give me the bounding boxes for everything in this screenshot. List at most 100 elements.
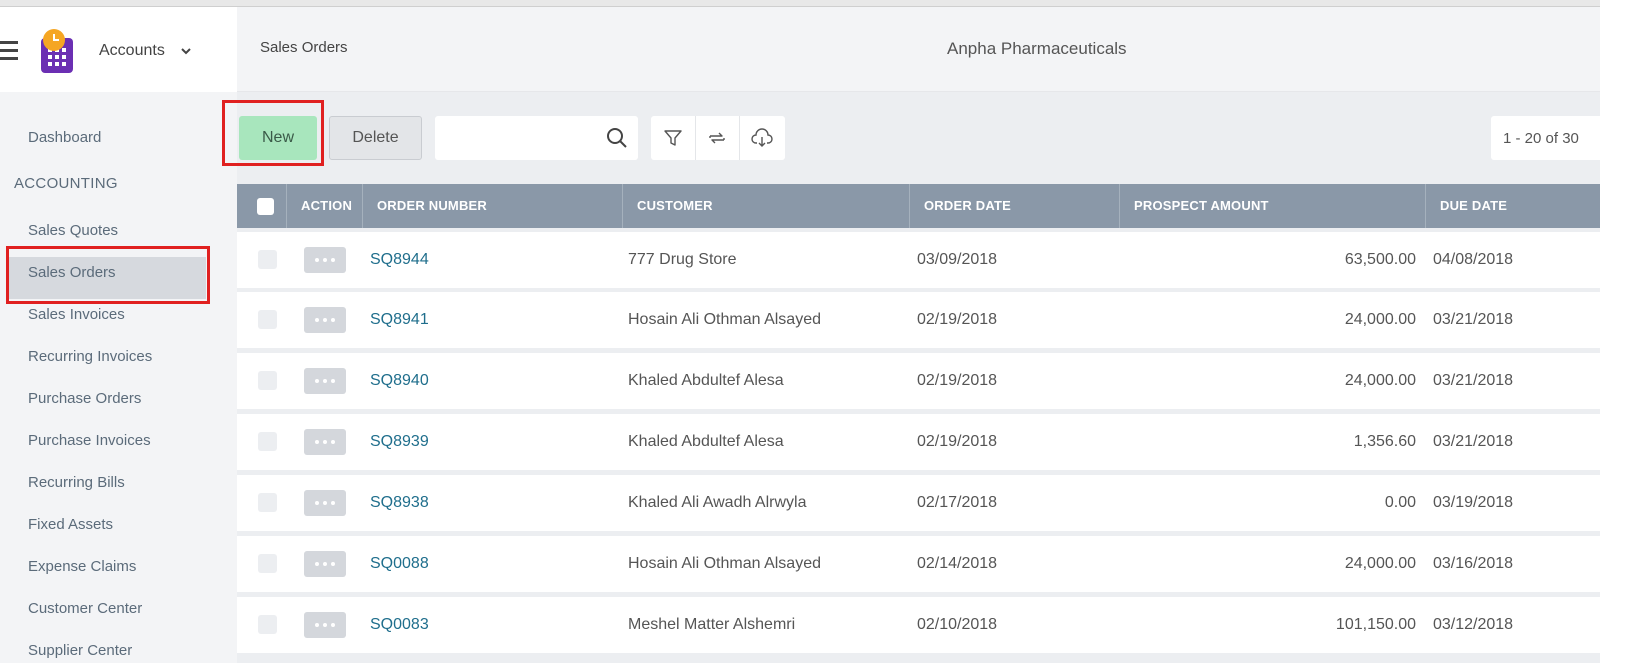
table-row[interactable]: SQ8939 Khaled Abdultef Alesa 02/19/2018 … (237, 414, 1600, 470)
download-icon (751, 128, 774, 147)
filter-icon (664, 130, 682, 146)
search-box (435, 116, 638, 160)
table-row[interactable]: SQ8938 Khaled Ali Awadh Alrwyla 02/17/20… (237, 475, 1600, 531)
select-all-checkbox[interactable] (257, 198, 274, 215)
customer-cell: Khaled Abdultef Alesa (628, 372, 784, 389)
sidebar-item-purchase-orders[interactable]: Purchase Orders (28, 389, 141, 409)
customer-cell: 777 Drug Store (628, 251, 737, 268)
column-header-prospect-amount[interactable]: PROSPECT AMOUNT (1119, 184, 1269, 228)
download-button[interactable] (740, 116, 785, 160)
row-action-menu[interactable] (304, 490, 346, 516)
hamburger-icon[interactable] (0, 41, 18, 61)
column-header-customer[interactable]: CUSTOMER (622, 184, 713, 228)
app-switcher-label: Accounts (99, 42, 165, 59)
row-action-menu[interactable] (304, 612, 346, 638)
row-checkbox[interactable] (258, 310, 277, 329)
amount-cell: 24,000.00 (1344, 372, 1416, 389)
due-date-cell: 03/19/2018 (1433, 494, 1514, 511)
sidebar-item-recurring-invoices[interactable]: Recurring Invoices (28, 347, 152, 367)
order-number-link[interactable]: SQ0083 (370, 597, 429, 653)
pagination-info: 1 - 20 of 30 (1491, 116, 1600, 160)
window-top-border (0, 0, 1600, 7)
row-checkbox[interactable] (258, 432, 277, 451)
row-checkbox[interactable] (258, 371, 277, 390)
customer-cell: Meshel Matter Alshemri (628, 616, 796, 633)
refresh-button[interactable] (696, 116, 741, 160)
row-checkbox[interactable] (258, 554, 277, 573)
order-date-cell: 02/19/2018 (917, 433, 998, 450)
due-date-cell: 03/21/2018 (1433, 372, 1514, 389)
app: Accounts Dashboard ACCOUNTING Sales Quot… (0, 0, 1629, 663)
customer-cell: Khaled Ali Awadh Alrwyla (628, 494, 807, 511)
order-date-cell: 02/19/2018 (917, 372, 998, 389)
table-row[interactable]: SQ0083 Meshel Matter Alshemri 02/10/2018… (237, 597, 1600, 653)
company-name: Anpha Pharmaceuticals (947, 39, 1127, 58)
breadcrumb: Sales Orders (260, 39, 348, 56)
due-date-cell: 04/08/2018 (1433, 251, 1514, 268)
sidebar-item-sales-quotes[interactable]: Sales Quotes (28, 221, 118, 241)
table-row[interactable]: SQ8940 Khaled Abdultef Alesa 02/19/2018 … (237, 353, 1600, 409)
table-row[interactable]: SQ8944 777 Drug Store 03/09/2018 63,500.… (237, 232, 1600, 288)
refresh-icon (709, 132, 726, 144)
table-row[interactable]: SQ0088 Hosain Ali Othman Alsayed 02/14/2… (237, 536, 1600, 592)
sidebar-item-recurring-bills[interactable]: Recurring Bills (28, 473, 125, 493)
main-content: New Delete 1 - 20 of 30 ACTION ORDER NUM… (237, 92, 1600, 663)
list-actions (651, 116, 785, 160)
order-number-link[interactable]: SQ8939 (370, 414, 429, 470)
new-button[interactable]: New (239, 116, 317, 160)
app-logo (41, 29, 73, 73)
order-date-cell: 03/09/2018 (917, 251, 998, 268)
amount-cell: 1,356.60 (1353, 433, 1416, 450)
customer-cell: Hosain Ali Othman Alsayed (628, 555, 821, 572)
order-number-link[interactable]: SQ8941 (370, 292, 429, 348)
filter-button[interactable] (651, 116, 696, 160)
customer-cell: Khaled Abdultef Alesa (628, 433, 784, 450)
due-date-cell: 03/21/2018 (1433, 433, 1514, 450)
order-date-cell: 02/19/2018 (917, 311, 998, 328)
table-header: ACTION ORDER NUMBER CUSTOMER ORDER DATE … (237, 184, 1600, 228)
sidebar-item-customer-center[interactable]: Customer Center (28, 599, 142, 619)
sidebar-section-accounting: ACCOUNTING (14, 175, 118, 192)
row-action-menu[interactable] (304, 307, 346, 333)
row-action-menu[interactable] (304, 551, 346, 577)
row-action-menu[interactable] (304, 429, 346, 455)
sidebar: Accounts Dashboard ACCOUNTING Sales Quot… (0, 7, 237, 663)
row-checkbox[interactable] (258, 493, 277, 512)
app-switcher[interactable]: Accounts (99, 39, 193, 63)
due-date-cell: 03/21/2018 (1433, 311, 1514, 328)
row-action-menu[interactable] (304, 368, 346, 394)
due-date-cell: 03/16/2018 (1433, 555, 1514, 572)
column-header-order-date[interactable]: ORDER DATE (909, 184, 1011, 228)
row-checkbox[interactable] (258, 615, 277, 634)
order-date-cell: 02/14/2018 (917, 555, 998, 572)
sidebar-item-supplier-center[interactable]: Supplier Center (28, 641, 132, 661)
amount-cell: 63,500.00 (1344, 251, 1416, 268)
search-icon[interactable] (606, 127, 628, 149)
amount-cell: 24,000.00 (1344, 555, 1416, 572)
order-number-link[interactable]: SQ8938 (370, 475, 429, 531)
chevron-down-icon (181, 48, 191, 55)
sidebar-item-dashboard[interactable]: Dashboard (28, 128, 101, 148)
search-input[interactable] (443, 126, 593, 150)
delete-button[interactable]: Delete (329, 116, 422, 160)
order-number-link[interactable]: SQ0088 (370, 536, 429, 592)
order-number-link[interactable]: SQ8940 (370, 353, 429, 409)
column-header-order-number[interactable]: ORDER NUMBER (362, 184, 487, 228)
column-header-action: ACTION (286, 184, 352, 228)
sidebar-header: Accounts (0, 7, 237, 92)
sidebar-item-purchase-invoices[interactable]: Purchase Invoices (28, 431, 151, 451)
order-date-cell: 02/17/2018 (917, 494, 998, 511)
column-header-due-date[interactable]: DUE DATE (1425, 184, 1507, 228)
sidebar-item-sales-invoices[interactable]: Sales Invoices (28, 305, 125, 325)
amount-cell: 101,150.00 (1335, 616, 1416, 633)
customer-cell: Hosain Ali Othman Alsayed (628, 311, 821, 328)
sidebar-item-sales-orders[interactable]: Sales Orders (28, 263, 116, 283)
row-checkbox[interactable] (258, 250, 277, 269)
due-date-cell: 03/12/2018 (1433, 616, 1514, 633)
table-row[interactable]: SQ8941 Hosain Ali Othman Alsayed 02/19/2… (237, 292, 1600, 348)
sidebar-item-expense-claims[interactable]: Expense Claims (28, 557, 136, 577)
sidebar-item-fixed-assets[interactable]: Fixed Assets (28, 515, 113, 535)
row-action-menu[interactable] (304, 247, 346, 273)
amount-cell: 0.00 (1384, 494, 1416, 511)
order-number-link[interactable]: SQ8944 (370, 232, 429, 288)
